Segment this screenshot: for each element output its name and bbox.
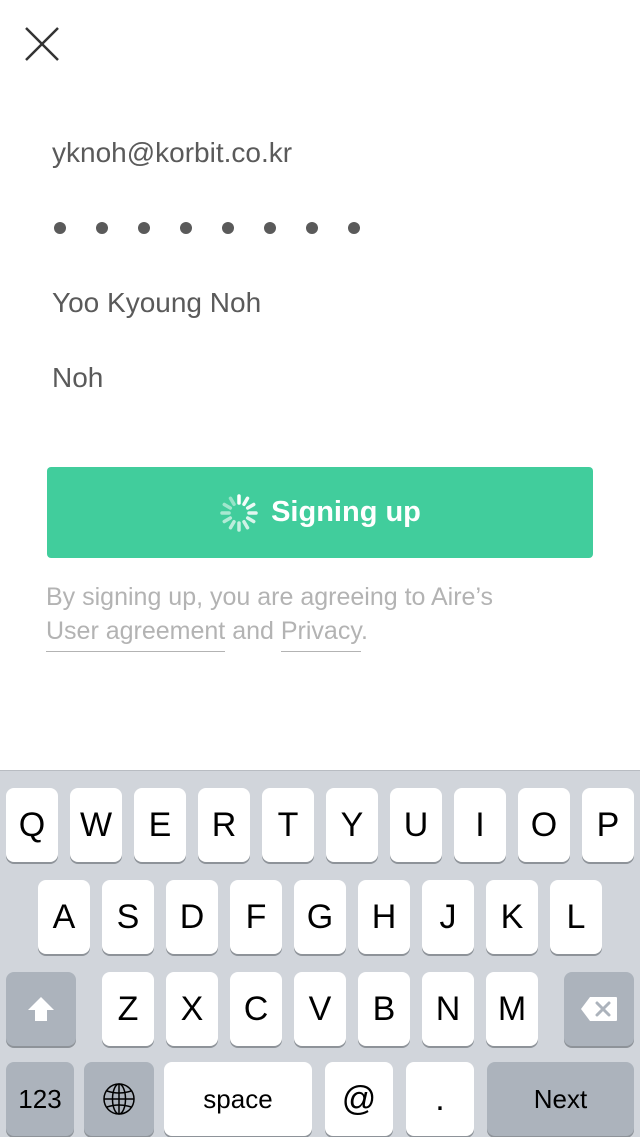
globe-icon <box>103 1083 135 1115</box>
spinner-icon <box>220 493 258 532</box>
key-s[interactable]: S <box>102 880 154 954</box>
at-key[interactable]: @ <box>325 1062 393 1136</box>
key-d[interactable]: D <box>166 880 218 954</box>
password-dots <box>54 222 360 234</box>
key-h[interactable]: H <box>358 880 410 954</box>
key-u[interactable]: U <box>390 788 442 862</box>
signup-button[interactable]: Signing up <box>47 467 593 558</box>
key-b[interactable]: B <box>358 972 410 1046</box>
close-button[interactable] <box>22 24 62 64</box>
key-k[interactable]: K <box>486 880 538 954</box>
key-f[interactable]: F <box>230 880 282 954</box>
signup-label: Signing up <box>271 496 421 528</box>
key-q[interactable]: Q <box>6 788 58 862</box>
numbers-key[interactable]: 123 <box>6 1062 74 1136</box>
email-field[interactable] <box>52 128 592 178</box>
key-i[interactable]: I <box>454 788 506 862</box>
keyboard: Q W E R T Y U I O P A S D F G H J K L Z … <box>0 770 640 1137</box>
shift-icon <box>28 997 54 1021</box>
key-v[interactable]: V <box>294 972 346 1046</box>
key-m[interactable]: M <box>486 972 538 1046</box>
legal-text: By signing up, you are agreeing to Aire’… <box>46 580 606 652</box>
key-e[interactable]: E <box>134 788 186 862</box>
key-l[interactable]: L <box>550 880 602 954</box>
key-p[interactable]: P <box>582 788 634 862</box>
key-n[interactable]: N <box>422 972 474 1046</box>
dot-key[interactable]: . <box>406 1062 474 1136</box>
key-y[interactable]: Y <box>326 788 378 862</box>
globe-key[interactable] <box>84 1062 154 1136</box>
key-j[interactable]: J <box>422 880 474 954</box>
shift-key[interactable] <box>6 972 76 1046</box>
key-x[interactable]: X <box>166 972 218 1046</box>
key-c[interactable]: C <box>230 972 282 1046</box>
user-agreement-link[interactable]: User agreement <box>46 617 226 652</box>
key-r[interactable]: R <box>198 788 250 862</box>
backspace-icon <box>581 997 617 1021</box>
key-z[interactable]: Z <box>102 972 154 1046</box>
legal-and: and <box>232 617 274 645</box>
legal-period: . <box>360 617 368 645</box>
key-w[interactable]: W <box>70 788 122 862</box>
key-g[interactable]: G <box>294 880 346 954</box>
last-name-field[interactable] <box>52 353 592 403</box>
next-key[interactable]: Next <box>487 1062 634 1136</box>
key-a[interactable]: A <box>38 880 90 954</box>
backspace-key[interactable] <box>564 972 634 1046</box>
key-o[interactable]: O <box>518 788 570 862</box>
first-name-field[interactable] <box>52 278 592 328</box>
close-icon <box>25 27 59 61</box>
legal-prefix: By signing up, you are agreeing to Aire’… <box>46 583 494 611</box>
space-key[interactable]: space <box>164 1062 312 1136</box>
privacy-link[interactable]: Privacy <box>280 617 361 652</box>
password-field[interactable] <box>52 203 592 253</box>
key-t[interactable]: T <box>262 788 314 862</box>
